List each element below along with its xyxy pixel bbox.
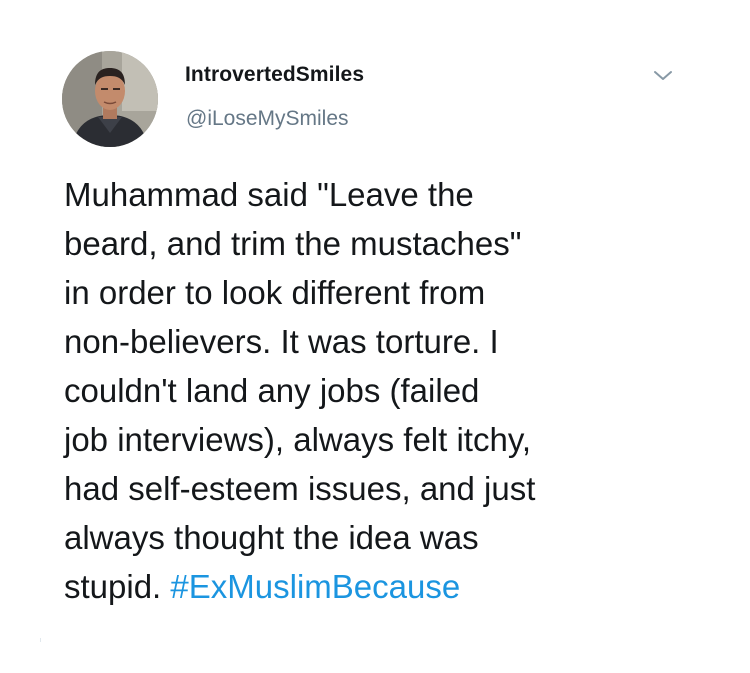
chevron-down-icon <box>654 71 672 80</box>
tweet-text-last-line: stupid. #ExMuslimBecause <box>64 562 664 611</box>
hashtag-link[interactable]: #ExMuslimBecause <box>170 568 460 605</box>
tweet-text: Muhammad said "Leave the beard, and trim… <box>64 170 664 611</box>
tweet-text-line: non-believers. It was torture. I <box>64 323 499 360</box>
user-avatar[interactable] <box>62 51 158 147</box>
tweet-text-line: couldn't land any jobs (failed <box>64 372 480 409</box>
author-handle[interactable]: @iLoseMySmiles <box>186 107 349 131</box>
tweet-text-line: Muhammad said "Leave the <box>64 176 474 213</box>
tweet-text-line: beard, and trim the mustaches" <box>64 225 522 262</box>
author-display-name[interactable]: IntrovertedSmiles <box>185 63 364 87</box>
tweet-text-line: job interviews), always felt itchy, <box>64 421 532 458</box>
tweet-text-line: in order to look different from <box>64 274 486 311</box>
user-avatar-photo-icon <box>62 51 158 147</box>
tweet-text-line: had self-esteem issues, and just <box>64 470 536 507</box>
tweet-menu-button[interactable] <box>651 64 675 88</box>
tweet-text-line: always thought the idea was <box>64 519 479 556</box>
tweet-text-last-line-start: stupid. <box>64 568 171 605</box>
